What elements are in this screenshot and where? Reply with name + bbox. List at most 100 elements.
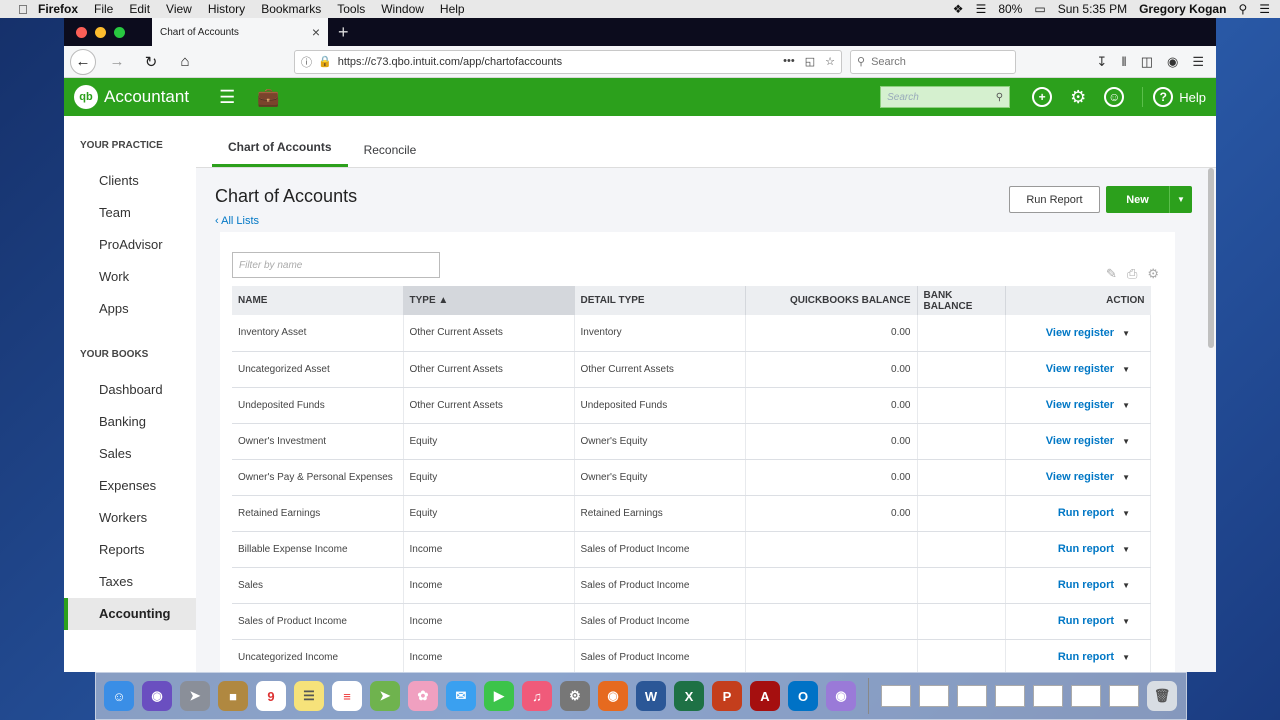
col-header-bank-balance[interactable]: BANK BALANCE: [917, 286, 1006, 315]
sidebar-item-workers[interactable]: Workers: [64, 502, 196, 534]
download-icon[interactable]: ↧: [1096, 54, 1107, 70]
sidebar-item-accounting[interactable]: Accounting: [64, 598, 196, 630]
sidebar-item-clients[interactable]: Clients: [64, 165, 196, 197]
menu-firefox[interactable]: Firefox: [30, 2, 86, 16]
table-row[interactable]: Retained Earnings Equity Retained Earnings…: [232, 495, 1151, 532]
sidebar-item-banking[interactable]: Banking: [64, 406, 196, 438]
sidebar-item-apps[interactable]: Apps: [64, 293, 196, 325]
menu-view[interactable]: View: [158, 2, 200, 16]
messages-icon[interactable]: ✉: [446, 681, 476, 711]
trash-icon[interactable]: 🗑: [1147, 681, 1177, 711]
user-profile-icon[interactable]: ☺: [1104, 87, 1125, 107]
wifi-icon[interactable]: ☰: [976, 2, 987, 16]
hamburger-menu-icon[interactable]: ☰: [1192, 54, 1204, 70]
account-icon[interactable]: ◉: [1167, 54, 1178, 70]
row-action-link[interactable]: View register: [1046, 327, 1114, 339]
minimized-window-5[interactable]: [1033, 685, 1063, 707]
row-action-dropdown-icon[interactable]: ▼: [1122, 581, 1130, 590]
pocket-icon[interactable]: ◱: [805, 55, 815, 68]
col-header-qb-balance[interactable]: QUICKBOOKS BALANCE: [745, 286, 918, 315]
table-row[interactable]: Owner's Investment Equity Owner's Equity 0.…: [232, 423, 1151, 460]
table-settings-gear-icon[interactable]: ⚙: [1147, 266, 1159, 282]
facetime-icon[interactable]: ▶: [484, 681, 514, 711]
row-action-dropdown-icon[interactable]: ▼: [1122, 617, 1130, 626]
address-bar[interactable]: ⓘ 🔒 https://c73.qbo.intuit.com/app/chart…: [294, 49, 842, 74]
menu-bookmarks[interactable]: Bookmarks: [253, 2, 329, 16]
page-actions-icon[interactable]: •••: [783, 55, 795, 68]
pencil-icon[interactable]: ✎: [1106, 266, 1117, 282]
library-icon[interactable]: ‖: [1121, 54, 1126, 70]
browser-search-input[interactable]: ⚲ Search: [850, 49, 1016, 74]
tab-reconcile[interactable]: Reconcile: [348, 143, 433, 167]
reminders-icon[interactable]: ≡: [332, 681, 362, 711]
row-action-dropdown-icon[interactable]: ▼: [1122, 329, 1130, 338]
table-row[interactable]: Uncategorized Asset Other Current Assets O…: [232, 351, 1151, 388]
minimized-window-3[interactable]: [957, 685, 987, 707]
excel-icon[interactable]: X: [674, 681, 704, 711]
user-name[interactable]: Gregory Kogan: [1139, 2, 1226, 16]
row-action-link[interactable]: View register: [1046, 471, 1114, 483]
clock[interactable]: Sun 5:35 PM: [1058, 2, 1127, 16]
row-action-link[interactable]: View register: [1046, 363, 1114, 375]
vertical-scrollbar[interactable]: [1208, 168, 1214, 348]
new-tab-button[interactable]: +: [328, 22, 359, 43]
table-row[interactable]: Inventory Asset Other Current Assets Inven…: [232, 315, 1151, 352]
notes-icon[interactable]: ☰: [294, 681, 324, 711]
col-header-type[interactable]: TYPE ▲: [403, 286, 575, 315]
minimized-window-1[interactable]: [881, 685, 911, 707]
sidebar-item-taxes[interactable]: Taxes: [64, 566, 196, 598]
minimize-window-button[interactable]: [95, 26, 106, 38]
table-row[interactable]: Billable Expense Income Income Sales of Pr…: [232, 531, 1151, 568]
maps-icon[interactable]: ➤: [370, 681, 400, 711]
table-row[interactable]: Uncategorized Income Income Sales of Produ…: [232, 639, 1151, 672]
row-action-link[interactable]: Run report: [1058, 615, 1114, 627]
row-action-dropdown-icon[interactable]: ▼: [1122, 545, 1130, 554]
contacts-icon[interactable]: ■: [218, 681, 248, 711]
qbo-logo[interactable]: qb Accountant: [74, 85, 189, 109]
print-icon[interactable]: ⎙: [1127, 266, 1137, 282]
row-action-link[interactable]: Run report: [1058, 579, 1114, 591]
url-text[interactable]: https://c73.qbo.intuit.com/app/chartofac…: [338, 56, 777, 68]
siri-icon[interactable]: ◉: [142, 681, 172, 711]
itunes-icon[interactable]: ♫: [522, 681, 552, 711]
minimized-window-2[interactable]: [919, 685, 949, 707]
sidebar-item-sales[interactable]: Sales: [64, 438, 196, 470]
word-icon[interactable]: W: [636, 681, 666, 711]
all-lists-link[interactable]: ‹ All Lists: [215, 215, 357, 227]
back-button[interactable]: ←: [70, 48, 96, 75]
hamburger-icon[interactable]: ☰: [219, 87, 235, 108]
minimized-window-4[interactable]: [995, 685, 1025, 707]
row-action-dropdown-icon[interactable]: ▼: [1122, 365, 1130, 374]
table-row[interactable]: Undeposited Funds Other Current Assets Und…: [232, 387, 1151, 424]
menu-file[interactable]: File: [86, 2, 121, 16]
col-header-name[interactable]: NAME: [232, 286, 404, 315]
browser-tab[interactable]: Chart of Accounts ×: [152, 18, 328, 46]
menu-tools[interactable]: Tools: [329, 2, 373, 16]
new-dropdown-chevron-icon[interactable]: ▼: [1170, 186, 1192, 213]
photos-icon[interactable]: ✿: [408, 681, 438, 711]
firefox-icon[interactable]: ◉: [598, 681, 628, 711]
forward-button[interactable]: →: [104, 49, 130, 75]
zoom-window-button[interactable]: [114, 26, 125, 38]
launchpad-icon[interactable]: ➤: [180, 681, 210, 711]
acrobat-icon[interactable]: A: [750, 681, 780, 711]
calendar-icon[interactable]: 9: [256, 681, 286, 711]
sidebar-item-proadvisor[interactable]: ProAdvisor: [64, 229, 196, 261]
row-action-dropdown-icon[interactable]: ▼: [1122, 437, 1130, 446]
home-button[interactable]: ⌂: [172, 49, 198, 75]
row-action-dropdown-icon[interactable]: ▼: [1122, 653, 1130, 662]
apple-icon[interactable]: : [0, 2, 30, 17]
run-report-button[interactable]: Run Report: [1009, 186, 1100, 213]
dropbox-icon[interactable]: ❖: [953, 2, 964, 16]
table-row[interactable]: Owner's Pay & Personal Expenses Equity Own…: [232, 459, 1151, 496]
reload-button[interactable]: ↻: [138, 49, 164, 75]
create-plus-icon[interactable]: +: [1032, 87, 1053, 107]
sidebar-item-reports[interactable]: Reports: [64, 534, 196, 566]
info-icon[interactable]: ⓘ: [301, 54, 312, 70]
tab-chart-of-accounts[interactable]: Chart of Accounts: [212, 140, 348, 167]
bookmark-star-icon[interactable]: ☆: [825, 55, 835, 68]
row-action-link[interactable]: Run report: [1058, 651, 1114, 663]
minimized-window-7[interactable]: [1109, 685, 1139, 707]
row-action-dropdown-icon[interactable]: ▼: [1122, 509, 1130, 518]
help-button[interactable]: ? Help: [1142, 87, 1206, 107]
